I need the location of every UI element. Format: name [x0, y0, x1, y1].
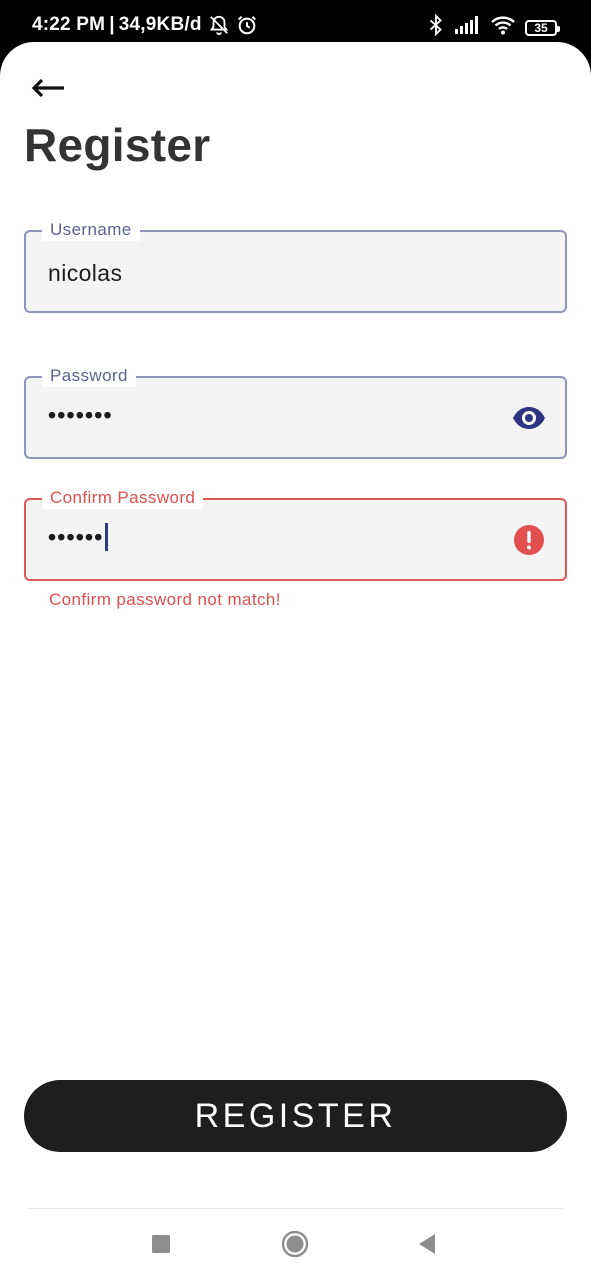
recents-square-icon: [151, 1234, 171, 1259]
confirm-password-input[interactable]: ••••••: [48, 522, 108, 553]
system-nav-bar: [0, 1222, 591, 1268]
arrow-left-icon: [30, 78, 66, 103]
system-back-button[interactable]: [407, 1226, 447, 1266]
wifi-icon: [491, 15, 515, 40]
alarm-icon: [236, 14, 258, 36]
home-circle-icon: [281, 1230, 309, 1263]
status-time: 4:22 PM: [32, 14, 106, 35]
confirm-password-error: Confirm password not match!: [49, 590, 281, 609]
password-value[interactable]: •••••••: [48, 400, 113, 430]
nav-divider: [28, 1208, 563, 1209]
username-field[interactable]: Username nicolas: [24, 219, 567, 313]
confirm-password-label: Confirm Password: [42, 487, 204, 509]
home-button[interactable]: [275, 1226, 315, 1266]
status-left: 4:22 PM | 34,9KB/d: [32, 14, 258, 36]
network-speed: 34,9KB/d: [118, 14, 202, 35]
username-label: Username: [42, 219, 140, 241]
battery-level: 35: [534, 20, 548, 35]
bell-off-icon: [208, 14, 230, 36]
eye-icon[interactable]: [511, 402, 547, 434]
password-label: Password: [42, 365, 136, 387]
register-screen: Register Username nicolas Password •••••…: [0, 42, 591, 1280]
signal-icon: [455, 16, 481, 39]
text-caret: [104, 522, 108, 551]
confirm-password-field[interactable]: Confirm Password ••••••: [24, 487, 567, 581]
status-right: 35: [427, 13, 560, 41]
battery-icon: 35: [525, 19, 560, 36]
password-field[interactable]: Password •••••••: [24, 365, 567, 459]
error-icon: [511, 524, 547, 556]
bluetooth-icon: [427, 13, 445, 41]
page-title: Register: [24, 119, 211, 171]
register-button[interactable]: REGISTER: [24, 1080, 567, 1152]
back-button[interactable]: [26, 70, 70, 110]
recents-button[interactable]: [141, 1226, 181, 1266]
back-triangle-icon: [417, 1233, 437, 1260]
confirm-password-value: ••••••: [48, 524, 104, 550]
username-value[interactable]: nicolas: [48, 258, 122, 288]
status-separator: |: [109, 14, 115, 35]
